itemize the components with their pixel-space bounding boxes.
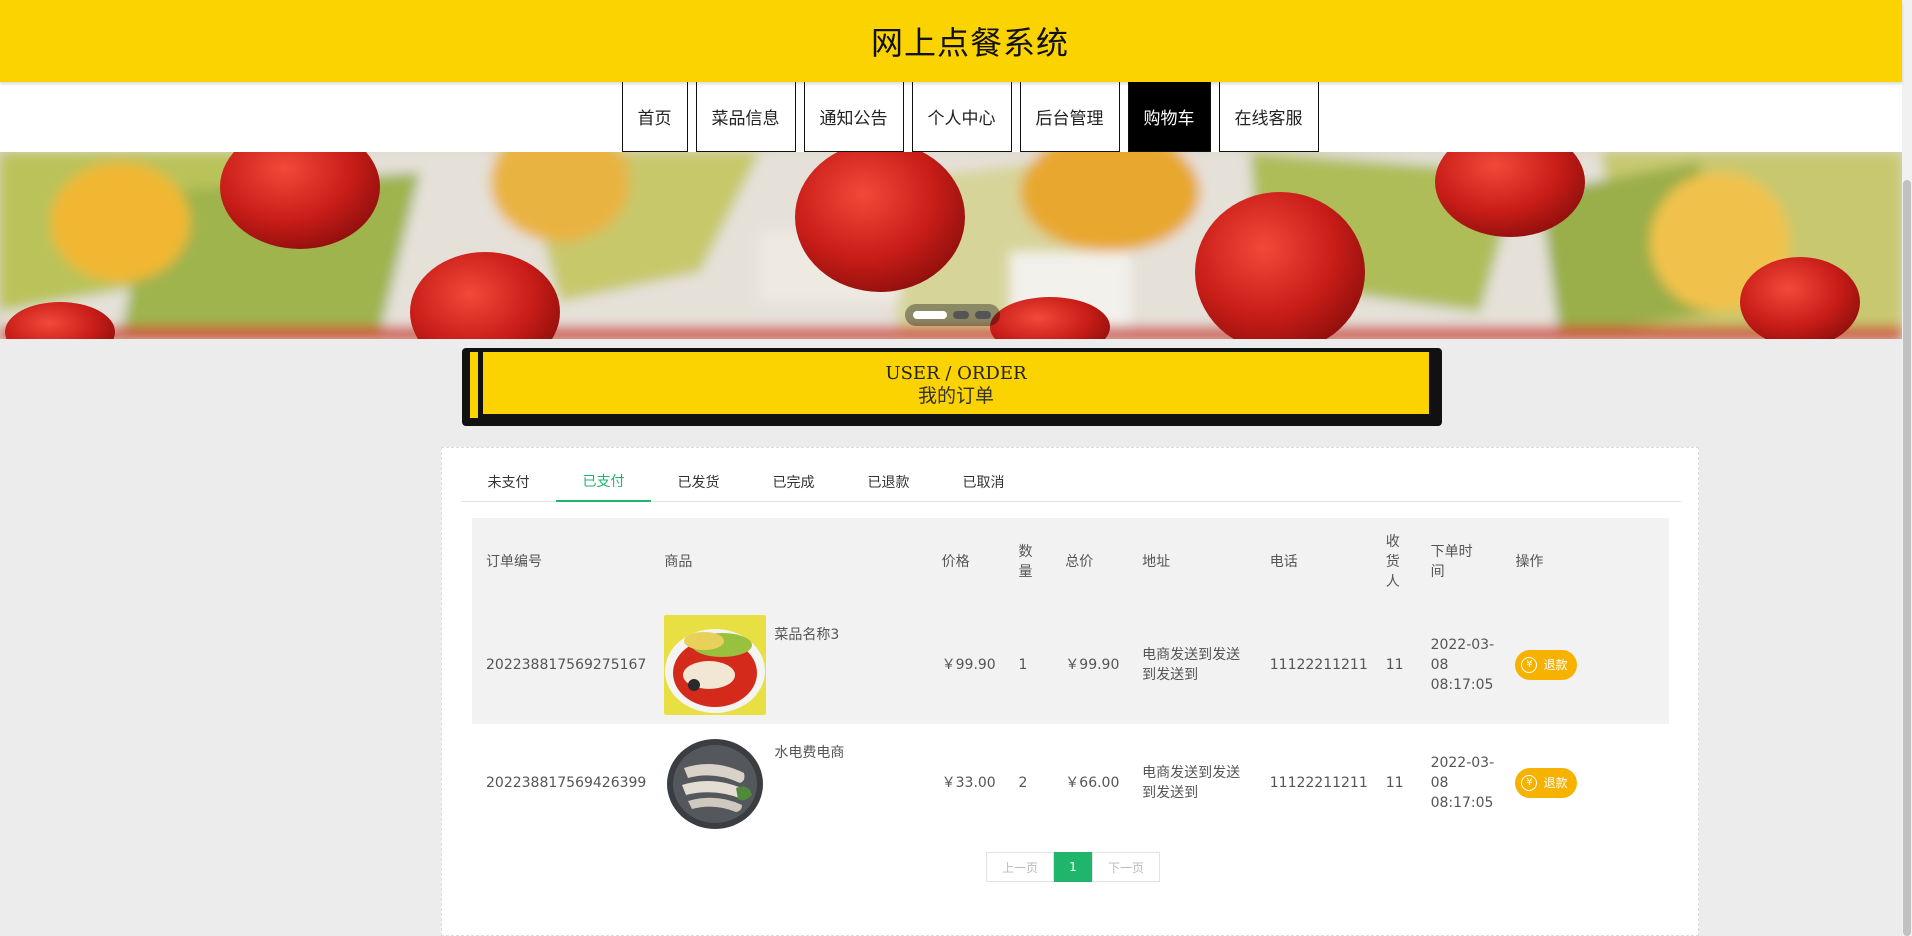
order-status-tabs: 未支付 已支付 已发货 已完成 已退款 已取消 <box>461 462 1681 502</box>
nav-item-cart[interactable]: 购物车 <box>1127 82 1211 152</box>
table-row: 202238817569275167 菜品名称3 ￥99.90 1 ￥99.90… <box>472 606 1669 724</box>
nav-item-admin[interactable]: 后台管理 <box>1019 82 1120 152</box>
refund-button[interactable]: ¥ 退款 <box>1515 650 1578 680</box>
cell-phone: 11122211211 <box>1255 606 1372 724</box>
scrollbar-thumb[interactable] <box>1903 180 1911 936</box>
nav-item-profile[interactable]: 个人中心 <box>911 82 1012 152</box>
cell-phone: 11122211211 <box>1255 724 1372 842</box>
refund-button-label: 退款 <box>1543 776 1568 790</box>
nav-item-label: 首页 <box>637 109 672 129</box>
cell-qty: 2 <box>1004 724 1052 842</box>
cell-price: ￥33.00 <box>927 724 1005 842</box>
orders-panel: 未支付 已支付 已发货 已完成 已退款 已取消 订单编号 商品 价格 数量 总价… <box>441 447 1699 936</box>
col-header-order-no: 订单编号 <box>472 518 651 606</box>
cell-qty: 1 <box>1004 606 1052 724</box>
page-number-button[interactable]: 1 <box>1054 852 1092 882</box>
col-header-qty: 数量 <box>1004 518 1052 606</box>
col-header-phone: 电话 <box>1255 518 1372 606</box>
cell-order-no: 202238817569426399 <box>472 724 651 842</box>
banner-carousel[interactable] <box>0 152 1902 339</box>
nav-item-label: 后台管理 <box>1035 109 1104 129</box>
tab-cancelled[interactable]: 已取消 <box>936 462 1031 502</box>
table-header-row: 订单编号 商品 价格 数量 总价 地址 电话 收货人 下单时间 操作 <box>472 518 1669 606</box>
page-scrollbar[interactable] <box>1902 0 1912 936</box>
nav-item-label: 购物车 <box>1143 109 1195 129</box>
tab-completed[interactable]: 已完成 <box>746 462 841 502</box>
yen-icon: ¥ <box>1521 657 1538 673</box>
col-header-price: 价格 <box>927 518 1005 606</box>
section-title-cn: 我的订单 <box>917 385 994 407</box>
nav-item-notices[interactable]: 通知公告 <box>803 82 904 152</box>
nav-item-label: 菜品信息 <box>711 109 780 129</box>
prev-page-button[interactable]: 上一页 <box>986 852 1054 882</box>
nav-item-label: 在线客服 <box>1234 109 1303 129</box>
cell-address: 电商发送到发送到发送到 <box>1128 724 1256 842</box>
section-title-box: USER / ORDER 我的订单 <box>462 348 1442 426</box>
cell-action: ¥ 退款 <box>1501 724 1669 842</box>
cell-time: 2022-03-08 08:17:05 <box>1416 606 1502 724</box>
nav-item-home[interactable]: 首页 <box>621 82 688 152</box>
col-header-total: 总价 <box>1051 518 1129 606</box>
nav-item-label: 通知公告 <box>819 109 888 129</box>
tab-shipped[interactable]: 已发货 <box>651 462 746 502</box>
col-header-time: 下单时间 <box>1416 518 1502 606</box>
cell-goods: 菜品名称3 <box>650 606 928 724</box>
goods-name[interactable]: 水电费电商 <box>774 743 844 763</box>
goods-name[interactable]: 菜品名称3 <box>774 625 839 645</box>
yen-icon: ¥ <box>1521 775 1538 791</box>
col-header-action: 操作 <box>1501 518 1669 606</box>
cell-total: ￥99.90 <box>1051 606 1129 724</box>
next-page-button[interactable]: 下一页 <box>1092 852 1160 882</box>
orders-table: 订单编号 商品 价格 数量 总价 地址 电话 收货人 下单时间 操作 20223… <box>472 518 1669 842</box>
carousel-dot[interactable] <box>975 311 991 319</box>
cell-action: ¥ 退款 <box>1501 606 1669 724</box>
nav-item-label: 个人中心 <box>927 109 996 129</box>
col-header-address: 地址 <box>1128 518 1256 606</box>
pagination: 上一页 1 下一页 <box>986 852 1160 882</box>
cell-price: ￥99.90 <box>927 606 1005 724</box>
cell-order-no: 202238817569275167 <box>472 606 651 724</box>
section-title-en: USER / ORDER <box>885 363 1027 384</box>
tab-paid[interactable]: 已支付 <box>556 462 651 502</box>
cell-time: 2022-03-08 08:17:05 <box>1416 724 1502 842</box>
tab-unpaid[interactable]: 未支付 <box>461 462 556 502</box>
cell-receiver: 11 <box>1371 606 1417 724</box>
site-title: 网上点餐系统 <box>870 24 1069 62</box>
carousel-dot[interactable] <box>913 311 947 319</box>
cell-total: ￥66.00 <box>1051 724 1129 842</box>
cell-address: 电商发送到发送到发送到 <box>1128 606 1256 724</box>
cell-goods: 水电费电商 <box>650 724 928 842</box>
carousel-indicators <box>905 304 1000 326</box>
site-header: 网上点餐系统 <box>0 0 1902 82</box>
refund-button-label: 退款 <box>1543 658 1568 672</box>
nav-item-dishes[interactable]: 菜品信息 <box>695 82 796 152</box>
fish-dish-image[interactable] <box>664 615 767 715</box>
col-header-receiver: 收货人 <box>1371 518 1417 606</box>
tab-refunded[interactable]: 已退款 <box>841 462 936 502</box>
nav-item-support[interactable]: 在线客服 <box>1218 82 1319 152</box>
refund-button[interactable]: ¥ 退款 <box>1515 768 1578 798</box>
main-nav: 首页 菜品信息 通知公告 个人中心 后台管理 购物车 在线客服 <box>0 82 1902 152</box>
col-header-goods: 商品 <box>650 518 928 606</box>
table-row: 202238817569426399 水电费电商 ￥33.00 2 ￥66.00… <box>472 724 1669 842</box>
shrimp-dish-image[interactable] <box>664 733 767 833</box>
carousel-dot[interactable] <box>953 311 969 319</box>
cell-receiver: 11 <box>1371 724 1417 842</box>
